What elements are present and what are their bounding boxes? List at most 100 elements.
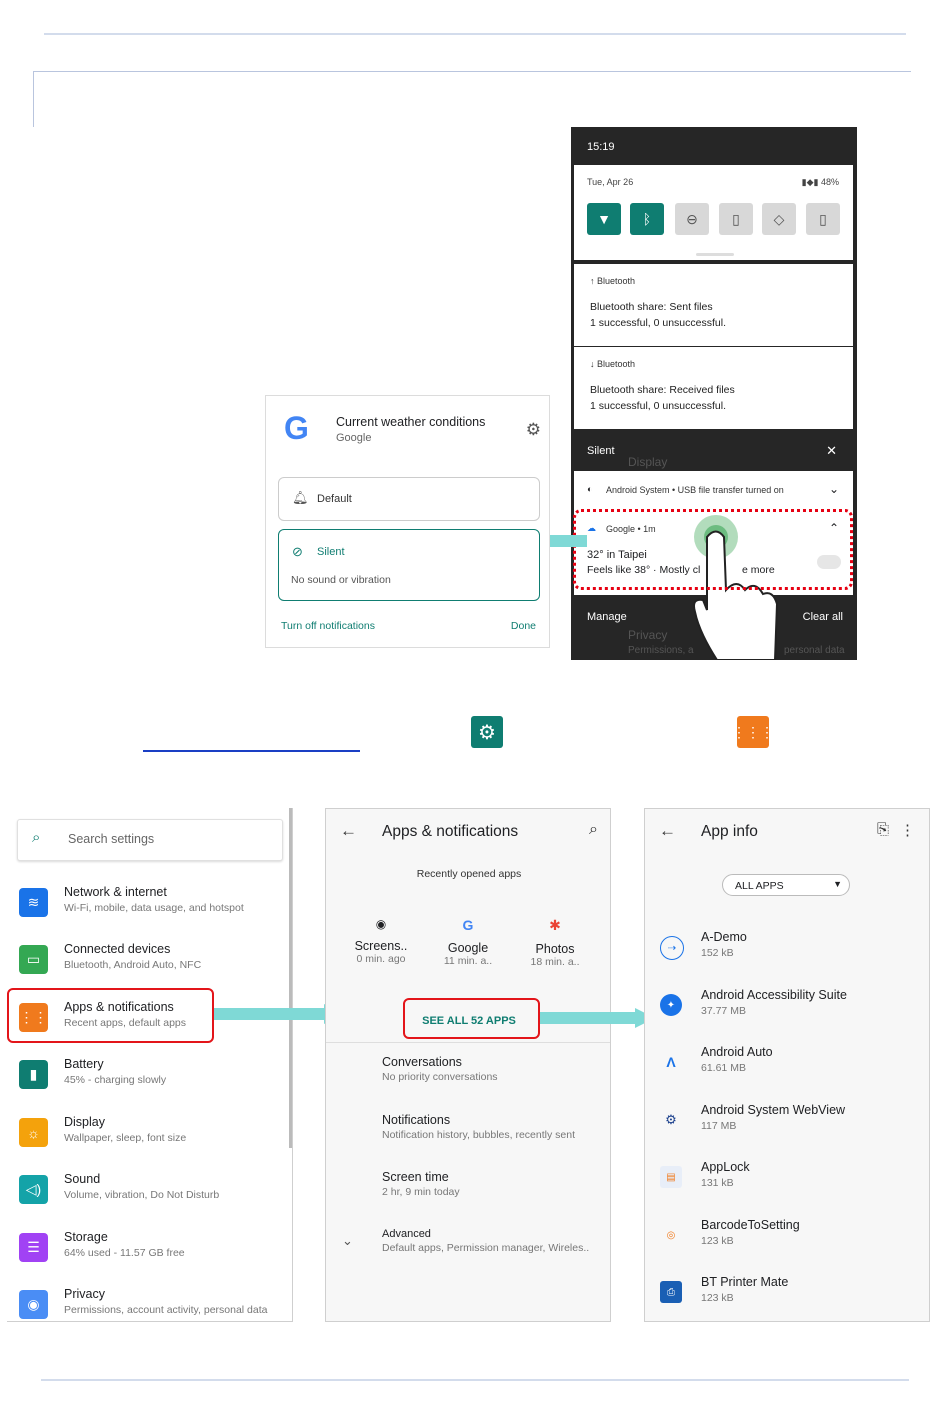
silent-option[interactable]: ⊘ Silent No sound or vibration (278, 529, 540, 601)
app-row[interactable]: ◎ BarcodeToSetting 123 kB (645, 1218, 929, 1262)
top-rule (44, 33, 906, 35)
recent-app-google[interactable]: G Google 11 min. a.. (433, 917, 503, 967)
settings-sound[interactable]: ◁) Sound Volume, vibration, Do Not Distu… (7, 1172, 287, 1222)
google-icon: G (462, 917, 474, 933)
highlight-dotted-frame (573, 509, 853, 590)
turn-off-notifications-link[interactable]: Turn off notifications (281, 620, 375, 632)
manage-button[interactable]: Manage (587, 611, 627, 623)
app-name: Android System WebView (701, 1103, 846, 1117)
app-row[interactable]: ▤ AppLock 131 kB (645, 1160, 929, 1204)
advanced-row[interactable]: Advanced Default apps, Permission manage… (382, 1228, 589, 1254)
photos-icon: ✱ (549, 917, 561, 933)
recent-app-time: 18 min. a.. (530, 956, 580, 968)
app-row[interactable]: ⎙ BT Printer Mate 123 kB (645, 1275, 929, 1319)
search-doc-icon[interactable]: ⎘ (877, 821, 889, 838)
sound-icon: ◁) (19, 1175, 48, 1204)
settings-network[interactable]: ≋ Network & internet Wi-Fi, mobile, data… (7, 885, 287, 935)
row-title: Conversations (382, 1055, 462, 1069)
app-info-screen: ← App info ⎘ ⋮ ALL APPS ▼ ⇢ A-Demo 152 k… (644, 808, 930, 1322)
item-sub: Wi-Fi, mobile, data usage, and hotspot (64, 902, 244, 914)
settings-storage[interactable]: ☰ Storage 64% used - 11.57 GB free (7, 1230, 287, 1280)
divider (326, 1042, 610, 1043)
battery-level: 48% (820, 177, 839, 187)
item-title: Storage (64, 1230, 108, 1244)
row-title: Notifications (382, 1113, 451, 1127)
back-arrow-icon[interactable]: ← (340, 821, 357, 841)
notification-bt-sent[interactable]: ↑ Bluetooth Bluetooth share: Sent files … (574, 264, 853, 346)
done-button[interactable]: Done (511, 620, 536, 632)
dropdown-arrow-icon: ▼ (833, 879, 842, 889)
recent-app-photos[interactable]: ✱ Photos 18 min. a.. (520, 917, 590, 968)
item-title: Display (64, 1115, 105, 1129)
apps-notifications-screen: ← Apps & notifications ⌕ Recently opened… (325, 808, 611, 1322)
scrollbar[interactable] (289, 808, 292, 1148)
ghost-privacy-sub: Permissions, a (628, 645, 694, 656)
row-sub: Default apps, Permission manager, Wirele… (382, 1242, 590, 1254)
popup-title: Current weather conditions (336, 415, 486, 429)
devices-icon: ▭ (19, 945, 48, 974)
search-icon[interactable]: ⌕ (589, 821, 598, 839)
notif-title: Bluetooth share: Sent files (590, 301, 713, 313)
silent-section-label: Silent (587, 445, 615, 457)
settings-privacy[interactable]: ◉ Privacy Permissions, account activity,… (7, 1287, 287, 1321)
flashlight-tile[interactable]: ▯ (719, 203, 753, 235)
notifications-row[interactable]: Notifications Notification history, bubb… (382, 1113, 575, 1141)
app-row[interactable]: Λ Android Auto 61.61 MB (645, 1045, 929, 1089)
bottom-rule (41, 1379, 909, 1381)
bluetooth-tile[interactable]: ᛒ (630, 203, 664, 235)
hyperlink-underline[interactable] (143, 750, 360, 752)
search-placeholder: Search settings (68, 832, 155, 846)
app-name: A-Demo (701, 930, 747, 944)
close-icon[interactable]: ✕ (826, 443, 837, 459)
screen-time-row[interactable]: Screen time 2 hr, 9 min today (382, 1170, 460, 1198)
recent-app-name: Photos (535, 942, 575, 956)
chevron-down-icon[interactable]: ⌄ (829, 482, 839, 496)
item-sub: Wallpaper, sleep, font size (64, 1132, 187, 1144)
all-apps-dropdown[interactable]: ALL APPS ▼ (722, 874, 850, 896)
android-icon: ◐ (587, 484, 593, 494)
auto-rotate-tile[interactable]: ◇ (762, 203, 796, 235)
back-arrow-icon[interactable]: ← (659, 821, 676, 841)
conversations-row[interactable]: Conversations No priority conversations (382, 1055, 498, 1083)
app-row[interactable]: ⇢ A-Demo 152 kB (645, 930, 929, 974)
dnd-tile[interactable]: ⊖ (675, 203, 709, 235)
recent-app-screenshots[interactable]: ◉ Screens.. 0 min. ago (346, 917, 416, 965)
webview-gear-icon: ⚙ (665, 1112, 677, 1127)
search-input[interactable]: ⌕ Search settings (17, 819, 283, 861)
upload-icon: ↑ Bluetooth (590, 276, 636, 286)
bell-off-icon: ⊘ (292, 544, 303, 559)
overflow-menu-icon[interactable]: ⋮ (900, 821, 915, 839)
clear-all-button[interactable]: Clear all (803, 611, 843, 623)
gear-icon[interactable]: ⚙ (526, 420, 541, 440)
wifi-tile[interactable]: ▼ (587, 203, 621, 235)
app-size: 131 kB (701, 1177, 734, 1189)
default-label: Default (317, 493, 352, 505)
wifi-icon: ≋ (19, 888, 48, 917)
recent-app-time: 11 min. a.. (443, 955, 493, 967)
highlight-see-all (403, 998, 540, 1039)
page-title: App info (701, 823, 758, 840)
settings-connected-devices[interactable]: ▭ Connected devices Bluetooth, Android A… (7, 942, 287, 992)
notif-body: 1 successful, 0 unsuccessful. (590, 400, 726, 412)
settings-display[interactable]: ☼ Display Wallpaper, sleep, font size (7, 1115, 287, 1165)
popup-subtitle: Google (336, 432, 372, 444)
chevron-down-icon[interactable]: ⌄ (342, 1233, 353, 1249)
row-title: Advanced (382, 1228, 431, 1240)
settings-battery[interactable]: ▮ Battery 45% - charging slowly (7, 1057, 287, 1107)
notification-system[interactable]: ◐ Android System • USB file transfer tur… (574, 471, 853, 509)
app-size: 37.77 MB (701, 1005, 746, 1017)
item-sub: Bluetooth, Android Auto, NFC (64, 959, 202, 971)
barcode-setting-icon: ◎ (666, 1229, 676, 1241)
ghost-privacy: Privacy (628, 628, 668, 642)
app-row[interactable]: ⚙ Android System WebView 117 MB (645, 1103, 929, 1147)
download-icon: ↓ Bluetooth (590, 359, 636, 369)
row-sub: No priority conversations (382, 1071, 498, 1083)
android-auto-icon: Λ (666, 1054, 676, 1070)
drag-handle[interactable] (696, 253, 734, 256)
row-sub: 2 hr, 9 min today (382, 1186, 460, 1198)
battery-saver-tile[interactable]: ▯ (806, 203, 840, 235)
notification-bt-received[interactable]: ↓ Bluetooth Bluetooth share: Received fi… (574, 347, 853, 429)
default-option[interactable]: 🔔︎ Default (278, 477, 540, 521)
app-row[interactable]: ✦ Android Accessibility Suite 37.77 MB (645, 988, 929, 1032)
app-name: Android Auto (701, 1045, 773, 1059)
